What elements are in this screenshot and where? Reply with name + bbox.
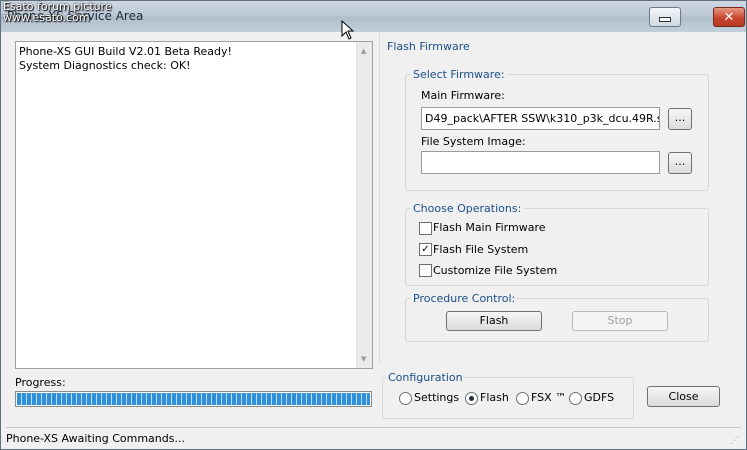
flash-main-firmware-checkbox[interactable] [419, 222, 432, 235]
close-icon: ✕ [723, 9, 735, 25]
config-gdfs-radio[interactable] [569, 392, 582, 405]
log-line: System Diagnostics check: OK! [19, 59, 191, 72]
scroll-up-icon[interactable]: ▲ [361, 47, 366, 55]
log-output[interactable]: Phone-XS GUI Build V2.01 Beta Ready! Sys… [15, 41, 373, 369]
customize-file-system-label[interactable]: Customize File System [433, 264, 557, 277]
close-button[interactable]: Close [647, 386, 720, 407]
progress-bar-fill [17, 393, 370, 405]
config-settings-label[interactable]: Settings [414, 391, 459, 404]
status-bar: Phone-XS Awaiting Commands... ⋰ [6, 427, 741, 448]
minimize-icon [659, 16, 671, 22]
client-area: Phone-XS GUI Build V2.01 Beta Ready! Sys… [6, 32, 741, 448]
main-firmware-input[interactable]: D49_pack\AFTER SSW\k310_p3k_dcu.49R.ssw [421, 107, 660, 130]
resize-grip-icon[interactable]: ⋰ [730, 436, 739, 446]
file-system-image-input[interactable] [421, 151, 660, 174]
log-scrollbar[interactable]: ▲ ▼ [356, 42, 372, 368]
main-firmware-label: Main Firmware: [421, 89, 505, 102]
progress-label: Progress: [15, 376, 66, 389]
flash-button[interactable]: Flash [446, 311, 542, 331]
customize-file-system-checkbox[interactable] [419, 264, 432, 277]
window-close-button[interactable]: ✕ [713, 7, 745, 27]
stop-button[interactable]: Stop [572, 311, 668, 331]
flash-file-system-label[interactable]: Flash File System [433, 243, 528, 256]
config-fsx-label[interactable]: FSX ™ [531, 391, 566, 404]
choose-operations-title: Choose Operations: [411, 202, 524, 215]
main-window: Esato forum picture www.esato.com Phone-… [0, 0, 747, 450]
configuration-title: Configuration [386, 371, 465, 384]
file-system-image-browse-button[interactable]: ... [668, 152, 692, 174]
flash-firmware-panel: Flash Firmware Select Firmware: Main Fir… [379, 32, 746, 364]
config-settings-radio[interactable] [399, 392, 412, 405]
flash-firmware-title: Flash Firmware [385, 40, 472, 53]
file-system-image-label: File System Image: [421, 135, 526, 148]
watermark-line-2: www.esato.com [3, 11, 90, 24]
config-flash-radio[interactable] [465, 392, 478, 405]
status-text: Phone-XS Awaiting Commands... [6, 432, 185, 445]
config-gdfs-label[interactable]: GDFS [584, 391, 614, 404]
config-fsx-radio[interactable] [516, 392, 529, 405]
main-firmware-browse-button[interactable]: ... [668, 108, 692, 130]
watermark: Esato forum picture www.esato.com [3, 1, 112, 23]
select-firmware-title: Select Firmware: [411, 68, 507, 81]
progress-bar [15, 391, 372, 407]
log-line: Phone-XS GUI Build V2.01 Beta Ready! [19, 45, 232, 58]
title-bar[interactable]: Phone-XS Service Area ✕ [1, 1, 746, 32]
flash-file-system-checkbox[interactable]: ✓ [419, 243, 432, 256]
mouse-cursor-icon [341, 20, 355, 40]
config-flash-label[interactable]: Flash [480, 391, 509, 404]
minimize-button[interactable] [649, 7, 681, 27]
procedure-control-title: Procedure Control: [411, 292, 518, 305]
scroll-down-icon[interactable]: ▼ [361, 355, 366, 363]
flash-main-firmware-label[interactable]: Flash Main Firmware [433, 221, 546, 234]
